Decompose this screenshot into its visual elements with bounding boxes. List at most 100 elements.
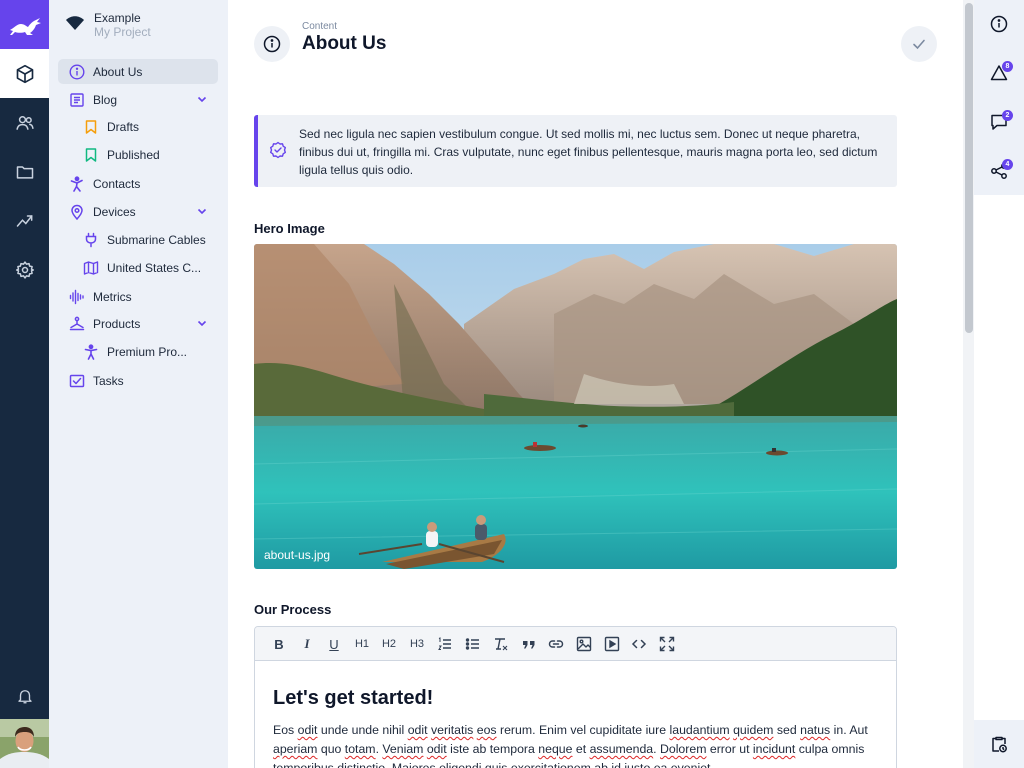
nav-item-metrics[interactable]: Metrics	[58, 284, 218, 309]
document-icon	[68, 91, 86, 109]
project-switcher[interactable]: Example My Project	[49, 0, 228, 48]
nav-label: Blog	[93, 92, 118, 107]
link-icon	[548, 640, 564, 648]
share-button[interactable]: 4	[987, 159, 1013, 183]
bold-button[interactable]: B	[272, 635, 286, 653]
image-button[interactable]	[576, 635, 592, 653]
callout-text[interactable]: Sed nec ligula nec sapien vestibulum con…	[299, 125, 879, 179]
rail-files-button[interactable]	[0, 147, 49, 196]
rich-text-editor[interactable]: B I U H1 H2 H3 Let's get started! Eos od…	[254, 626, 897, 768]
page-info-button[interactable]	[254, 26, 290, 62]
ordered-list-button[interactable]	[437, 635, 453, 653]
content-tree-sidebar: Example My Project About Us Blog Drafts …	[49, 0, 228, 768]
alerts-button[interactable]: 8	[987, 61, 1013, 85]
image-icon	[576, 636, 592, 652]
badge-check-icon	[270, 141, 286, 159]
plug-icon	[82, 231, 100, 249]
nav-label: Devices	[93, 204, 136, 219]
italic-button[interactable]: I	[300, 635, 314, 653]
app-rail	[0, 0, 49, 768]
nav-label: About Us	[93, 64, 143, 79]
page-title: About Us	[302, 33, 387, 54]
checkbox-icon	[68, 372, 86, 390]
blockquote-button[interactable]	[521, 635, 537, 653]
nav-label: Metrics	[93, 289, 132, 304]
nav-item-devices[interactable]: Devices	[58, 199, 218, 224]
main-scrollbar-thumb[interactable]	[965, 3, 973, 333]
rail-users-button[interactable]	[0, 98, 49, 147]
our-process-label: Our Process	[254, 602, 332, 617]
ordered-list-icon	[438, 637, 451, 650]
nav-item-submarine-cables[interactable]: Submarine Cables	[58, 227, 218, 252]
avatar-photo	[0, 719, 49, 768]
video-icon	[604, 636, 620, 652]
hero-image[interactable]: about-us.jpg	[254, 244, 897, 569]
clear-format-icon	[495, 638, 508, 651]
users-icon	[15, 115, 34, 130]
callout-block: Sed nec ligula nec sapien vestibulum con…	[254, 115, 897, 187]
bullet-list-button[interactable]	[465, 635, 481, 653]
nav-item-contacts[interactable]: Contacts	[58, 171, 218, 196]
rail-content-button[interactable]	[0, 49, 49, 98]
rail-notifications-button[interactable]	[0, 671, 49, 720]
details-button[interactable]	[987, 12, 1011, 36]
gear-icon	[15, 260, 34, 279]
nav-label: Tasks	[93, 373, 124, 388]
breadcrumb[interactable]: Content	[302, 21, 337, 32]
nav-label: Contacts	[93, 176, 141, 191]
underline-button[interactable]: U	[327, 635, 341, 653]
chevron-down-icon[interactable]	[196, 317, 208, 329]
nav-item-united-states[interactable]: United States C...	[58, 255, 218, 280]
rabbit-logo-icon	[9, 17, 41, 35]
code-button[interactable]	[631, 635, 647, 653]
nav-label: Premium Pro...	[107, 344, 188, 359]
code-icon	[631, 639, 647, 649]
heading-3-button[interactable]: H3	[408, 635, 426, 653]
nav-item-premium-products[interactable]: Premium Pro...	[58, 339, 218, 364]
trend-icon	[16, 214, 32, 227]
link-button[interactable]	[548, 635, 564, 653]
checkmark-icon	[913, 39, 925, 50]
revisions-button[interactable]	[987, 732, 1011, 756]
quote-icon	[523, 641, 535, 649]
info-circle-icon	[263, 35, 281, 53]
nav-item-blog[interactable]: Blog	[58, 87, 218, 112]
rail-insights-button[interactable]	[0, 196, 49, 245]
comments-button[interactable]: 2	[987, 110, 1013, 134]
nav-label: Products	[93, 316, 141, 331]
stand-icon	[68, 315, 86, 333]
nav-label: Drafts	[107, 119, 140, 134]
clear-format-button[interactable]	[493, 635, 509, 653]
publish-button[interactable]	[901, 26, 937, 62]
hero-filename: about-us.jpg	[264, 548, 331, 562]
right-rail: 8 2 4	[974, 0, 1024, 768]
nav-item-tasks[interactable]: Tasks	[58, 368, 218, 393]
nav-item-about-us[interactable]: About Us	[58, 59, 218, 84]
nav-item-products[interactable]: Products	[58, 311, 218, 336]
map-icon	[82, 259, 100, 277]
info-circle-icon	[990, 15, 1008, 33]
video-button[interactable]	[604, 635, 620, 653]
person-icon	[68, 175, 86, 193]
editor-heading[interactable]: Let's get started!	[273, 687, 433, 710]
heading-2-button[interactable]: H2	[380, 635, 398, 653]
user-avatar[interactable]	[0, 719, 49, 768]
chevron-down-icon[interactable]	[196, 93, 208, 105]
fullscreen-button[interactable]	[659, 635, 675, 653]
waveform-icon	[68, 288, 86, 306]
bookmark-icon	[82, 146, 100, 164]
project-subtitle: My Project	[94, 25, 151, 39]
rail-settings-button[interactable]	[0, 245, 49, 294]
lake-mountain-photo	[254, 244, 897, 569]
expand-icon	[659, 636, 675, 652]
nav-label: Submarine Cables	[107, 232, 206, 247]
shares-count-badge: 4	[1002, 159, 1013, 170]
app-logo[interactable]	[0, 0, 49, 49]
nav-item-published[interactable]: Published	[58, 142, 218, 167]
chevron-down-icon[interactable]	[196, 205, 208, 217]
heading-1-button[interactable]: H1	[353, 635, 371, 653]
editor-paragraph[interactable]: Eos odit unde unde nihil odit veritatis …	[273, 721, 881, 768]
nav-item-drafts[interactable]: Drafts	[58, 114, 218, 139]
comments-count-badge: 2	[1002, 110, 1013, 121]
hero-image-label: Hero Image	[254, 221, 325, 236]
